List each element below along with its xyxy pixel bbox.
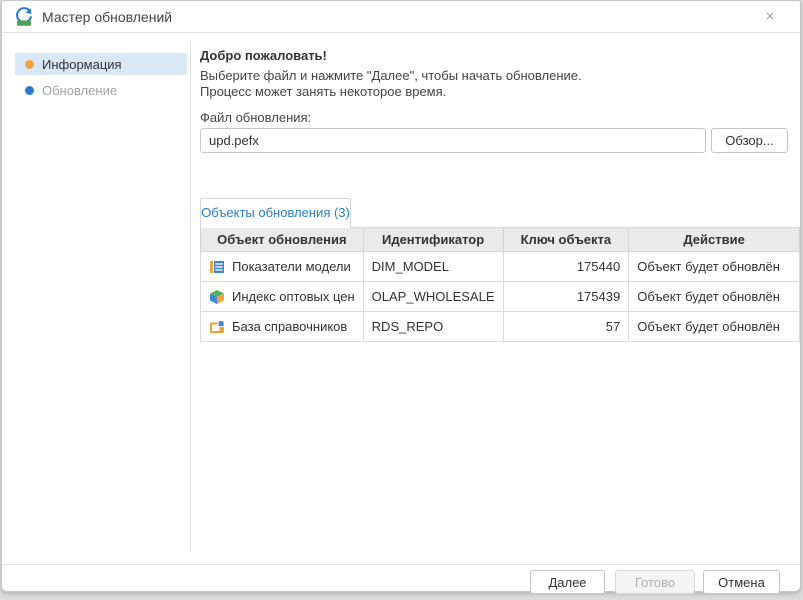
table-header-row: Объект обновления Идентификатор Ключ объ… xyxy=(200,227,800,252)
table-row[interactable]: База справочников RDS_REPO 57 Объект буд… xyxy=(200,311,800,342)
model-dimension-icon xyxy=(210,260,224,273)
table-row[interactable]: Индекс оптовых цен OLAP_WHOLESALE 175439… xyxy=(200,281,800,312)
sidebar-divider xyxy=(190,41,191,553)
object-name: Индекс оптовых цен xyxy=(232,289,355,304)
sidebar-step-update[interactable]: Обновление xyxy=(15,79,187,101)
object-key: 175439 xyxy=(502,281,630,312)
object-key: 175440 xyxy=(502,251,630,282)
update-objects-table: Объект обновления Идентификатор Ключ объ… xyxy=(200,227,800,342)
object-name: База справочников xyxy=(232,319,348,334)
table-row[interactable]: Показатели модели DIM_MODEL 175440 Объек… xyxy=(200,251,800,282)
welcome-heading: Добро пожаловать! xyxy=(200,48,327,63)
sidebar-step-information[interactable]: Информация xyxy=(15,53,187,75)
column-header-object: Объект обновления xyxy=(200,227,364,252)
step-orange-dot-icon xyxy=(25,59,34,69)
tab-update-objects[interactable]: Объекты обновления (3) xyxy=(200,198,351,228)
column-header-key: Ключ объекта xyxy=(502,227,630,252)
object-action: Объект будет обновлён xyxy=(628,281,800,312)
object-key: 57 xyxy=(502,311,630,342)
dialog-title: Мастер обновлений xyxy=(42,8,173,25)
update-file-input[interactable] xyxy=(200,128,706,153)
update-wizard-dialog: Мастер обновлений × Информация Обновлени… xyxy=(1,0,801,594)
object-identifier: OLAP_WHOLESALE xyxy=(362,281,504,312)
olap-cube-icon xyxy=(210,289,224,304)
footer-divider xyxy=(2,564,800,565)
close-icon[interactable]: × xyxy=(760,7,780,27)
object-identifier: RDS_REPO xyxy=(362,311,504,342)
sidebar-step-label: Информация xyxy=(42,56,122,72)
browse-button[interactable]: Обзор... xyxy=(711,128,788,153)
step-blue-dot-icon xyxy=(25,85,34,95)
title-bar: Мастер обновлений xyxy=(2,1,800,33)
object-name: Показатели модели xyxy=(232,259,351,274)
object-action: Объект будет обновлён xyxy=(628,311,800,342)
repository-icon xyxy=(210,319,225,333)
update-wizard-icon xyxy=(16,6,33,26)
column-header-action: Действие xyxy=(628,227,800,252)
finish-button[interactable]: Готово xyxy=(615,570,695,594)
object-identifier: DIM_MODEL xyxy=(362,251,504,282)
welcome-instruction-line1: Выберите файл и нажмите "Далее", чтобы н… xyxy=(200,68,582,83)
cancel-button[interactable]: Отмена xyxy=(703,570,780,594)
welcome-instruction-line2: Процесс может занять некоторое время. xyxy=(200,84,447,99)
next-button[interactable]: Далее xyxy=(530,570,605,594)
object-action: Объект будет обновлён xyxy=(628,251,800,282)
sidebar-step-label: Обновление xyxy=(42,82,118,98)
column-header-identifier: Идентификатор xyxy=(362,227,504,252)
file-field-label: Файл обновления: xyxy=(200,110,312,125)
